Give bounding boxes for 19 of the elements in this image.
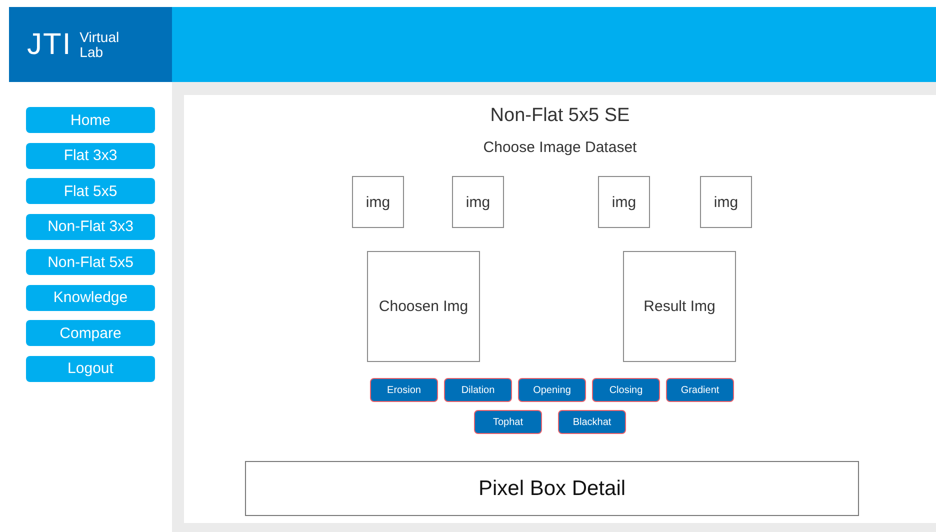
operation-button[interactable]: Dilation (444, 378, 512, 402)
image-label: Result Img (644, 298, 716, 315)
image-placeholder[interactable]: img (700, 176, 752, 228)
image-placeholder[interactable]: img (452, 176, 504, 228)
image-placeholder[interactable]: img (598, 176, 650, 228)
logo-text: Virtual (80, 30, 120, 44)
operation-button[interactable]: Tophat (474, 410, 542, 434)
operation-button[interactable]: Erosion (370, 378, 438, 402)
image-placeholder[interactable]: img (352, 176, 404, 228)
logo-mark: JTI (27, 28, 72, 62)
image-label: Choosen Img (378, 298, 468, 315)
operation-button[interactable]: Opening (518, 378, 586, 402)
page-title: Non-Flat 5x5 SE (490, 105, 630, 127)
operation-button[interactable]: Closing (592, 378, 660, 402)
operation-button[interactable]: Blackhat (558, 410, 626, 434)
page-subtitle: Choose Image Dataset (483, 139, 637, 156)
pixel-detail-box: Pixel Box Detail (245, 461, 859, 516)
operation-button[interactable]: Gradient (666, 378, 734, 402)
logo-text: Lab (80, 44, 104, 60)
